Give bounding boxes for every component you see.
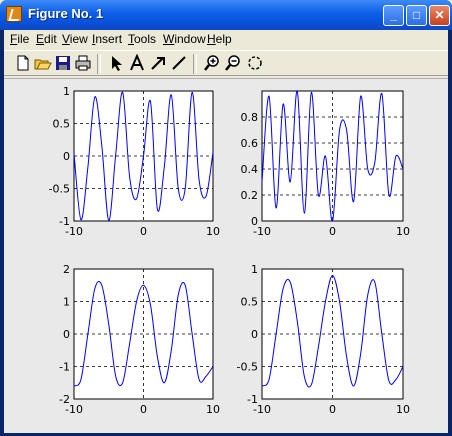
figure-client-area: File Edit View Insert Tools Window Help … — [4, 30, 448, 433]
y-tick-label: 0 — [63, 328, 70, 341]
x-tick-label: 10 — [396, 225, 410, 238]
y-tick-label: 0.6 — [241, 137, 259, 150]
figure-canvas: -1 -0.5 0 0.5 1 -10 0 10 0 0.2 0.4 0.6 0.8 -10 0 10 -2 -1… — [4, 78, 448, 433]
y-tick-label: 0.5 — [53, 118, 71, 131]
x-tick-label: 10 — [396, 403, 410, 416]
y-tick-label: 0.2 — [241, 189, 259, 202]
x-tick-label: -10 — [65, 403, 83, 416]
x-tick-label: 0 — [140, 225, 147, 238]
y-tick-label: 0.5 — [241, 296, 259, 309]
y-tick-label: -0.5 — [237, 361, 258, 374]
x-tick-label: 10 — [206, 403, 220, 416]
x-tick-label: -10 — [253, 403, 271, 416]
y-tick-label: 1 — [63, 85, 70, 98]
y-tick-label: 1 — [63, 296, 70, 309]
figure-window: Figure No. 1 _ □ ✕ File Edit View Insert… — [0, 0, 452, 436]
subplot-grid: -1-0.500.51-10 0 1000.20.40.60.8-10 0 10-2-1… — [49, 85, 410, 416]
x-tick-label: 0 — [329, 225, 336, 238]
y-tick-label: 2 — [63, 263, 70, 276]
y-tick-label: 0.8 — [241, 111, 259, 124]
y-tick-label: 0 — [63, 150, 70, 163]
y-tick-label: -0.5 — [49, 183, 70, 196]
y-tick-label: 0.4 — [241, 163, 259, 176]
y-tick-label: 1 — [251, 263, 258, 276]
x-tick-label: -10 — [65, 225, 83, 238]
x-tick-label: -10 — [253, 225, 271, 238]
x-tick-label: 0 — [140, 403, 147, 416]
y-tick-label: 0 — [251, 328, 258, 341]
x-tick-label: 10 — [206, 225, 220, 238]
x-tick-label: 0 — [329, 403, 336, 416]
y-tick-label: -1 — [59, 361, 70, 374]
